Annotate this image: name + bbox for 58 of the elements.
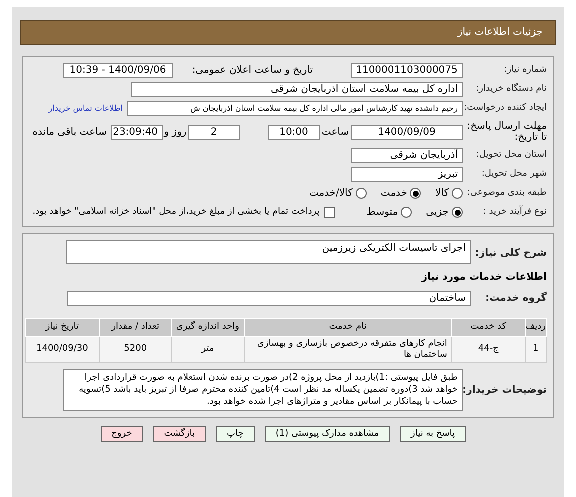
field-label: گروه خدمت: — [484, 291, 547, 306]
action-button[interactable]: مشاهده مدارک پیوستی (1) — [264, 426, 390, 442]
value-field: 1100001103000075 — [351, 63, 463, 78]
table-cell: متر — [172, 336, 244, 362]
radio-label: کالا/خدمت — [309, 187, 353, 201]
section-title: اطلاعات خدمات مورد نیاز — [420, 271, 547, 285]
value-field: ساختمان — [67, 291, 471, 306]
radio-button[interactable] — [401, 207, 412, 218]
table-cell: 1 — [525, 336, 546, 362]
action-button[interactable]: پاسخ به نیاز — [400, 426, 466, 442]
field-label: استان محل تحویل: — [475, 148, 547, 162]
table-cell: انجام کارهای متفرقه درخصوص بازسازی و بهسازی ساختمان ها — [244, 336, 452, 362]
field-label: ساعت باقی مانده — [32, 126, 107, 140]
radio-button[interactable] — [452, 207, 463, 218]
notes-field: طبق فایل پیوستی :1)بازدید از محل پروژه 2)در صورت برنده شدن استعلام به صورت قراردادی اجرا خواهد شد 3)دوره تضمین یکساله مد نظر است 4)تامین کننده محترم صرفا از تبریز باید باشد 5)تسویه حساب با پیمانکار بر اساس مقادیر و متراژهای اجرا شده خواهد بود. — [63, 369, 463, 411]
field-label: ساعت — [320, 126, 350, 140]
table-cell: 1400/09/30 — [26, 336, 100, 362]
column-header: ردیف — [525, 318, 546, 336]
radio-label: خدمت — [380, 187, 408, 201]
field-label: توضیحات خریدار: — [463, 384, 547, 398]
column-header: کد خدمت — [452, 318, 526, 336]
table-cell: ج-44 — [452, 336, 526, 362]
value-field: تبریز — [351, 167, 463, 182]
countdown-field: 23:09:40 — [111, 124, 163, 140]
field-label: روز و — [163, 126, 188, 140]
field-label: نوع فرآیند خرید : — [482, 206, 547, 219]
radio-label: متوسط — [366, 206, 398, 220]
field-label: شماره نیاز: — [503, 64, 547, 77]
field-label: طبقه بندی موضوعی: — [466, 186, 547, 200]
column-header: واحد اندازه گیری — [172, 318, 244, 336]
value-field: اداره کل بیمه سلامت استان اذربایجان شرقی — [131, 82, 463, 97]
description-field: اجرای تاسیسات الکتریکی زیرزمین — [66, 240, 471, 264]
field-label: تاریخ و ساعت اعلان عمومی: — [191, 64, 313, 78]
action-button[interactable]: خروج — [100, 426, 144, 442]
value-field: 2 — [188, 124, 240, 140]
contact-link[interactable]: اطلاعات تماس خریدار — [48, 102, 123, 114]
radio-label: جزیی — [426, 206, 449, 220]
header-title: جزئیات اطلاعات نیاز — [458, 26, 543, 40]
table-cell: 5200 — [99, 336, 172, 362]
column-header: تاریخ نیاز — [26, 318, 100, 336]
radio-button[interactable] — [452, 188, 463, 199]
checkbox[interactable] — [324, 207, 335, 218]
value-field: 1400/09/06 - 10:39 — [63, 63, 173, 78]
value-field: 10:00 — [268, 124, 320, 140]
field-label: مهلت ارسال پاسخ: تا تاریخ: — [466, 121, 547, 143]
column-header: نام خدمت — [244, 318, 452, 336]
radio-label: کالا — [435, 187, 449, 201]
radio-button[interactable] — [410, 188, 422, 199]
action-button[interactable]: چاپ — [216, 426, 255, 442]
field-label: شهر محل تحویل: — [480, 168, 547, 181]
field-label: شرح کلی نیاز: — [474, 247, 547, 261]
value-field: رحیم دانشده تهید کارشناس امور مالی اداره کل بیمه سلامت استان اذربایجان ش — [127, 101, 463, 116]
field-label: ایجاد کننده درخواست: — [463, 102, 547, 115]
field-label: نام دستگاه خریدار: — [475, 82, 547, 96]
action-button[interactable]: بازگشت — [153, 426, 206, 442]
checkbox-label: پرداخت تمام یا بخشی از مبلغ خرید،از محل "اسناد خزانه اسلامی" خواهد بود. — [32, 206, 320, 219]
value-field: 1400/09/09 — [351, 124, 463, 140]
radio-button[interactable] — [356, 188, 367, 199]
